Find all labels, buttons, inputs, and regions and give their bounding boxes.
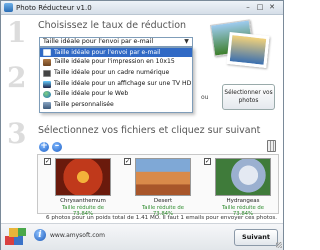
file-tile[interactable]: ✓ Hydrangeas Taille réduite de 73.84%: [204, 158, 284, 217]
printer-icon: [43, 59, 51, 66]
website-link[interactable]: www.amysoft.com: [50, 232, 105, 239]
file-checkbox[interactable]: ✓: [44, 158, 51, 165]
file-checkbox[interactable]: ✓: [124, 158, 131, 165]
step-number-2: 2: [7, 61, 27, 94]
custom-icon: [43, 102, 51, 110]
file-list[interactable]: ✓ Chrysanthemum Taille réduite de 73.84%…: [37, 154, 279, 217]
file-name: Desert: [153, 198, 173, 204]
option-custom[interactable]: Taille personnalisée: [40, 100, 192, 111]
maximize-button[interactable]: □: [255, 3, 265, 12]
close-button[interactable]: ✕: [267, 3, 277, 12]
title-bar[interactable]: Photo Réducteur v1.0 – □ ✕: [1, 1, 283, 15]
minimize-button[interactable]: –: [243, 3, 253, 12]
select-photos-button[interactable]: Sélectionner vos photos: [222, 84, 275, 110]
option-digital-frame[interactable]: Taille idéale pour un cadre numérique: [40, 68, 192, 79]
app-window: Photo Réducteur v1.0 – □ ✕ 1 2 3 Choisis…: [0, 0, 284, 250]
photos-illustration: [209, 16, 272, 76]
status-text: 6 photos pour un poids total de 1.41 MO.…: [46, 215, 278, 221]
step-number-3: 3: [7, 117, 27, 150]
option-web[interactable]: Taille idéale pour le Web: [40, 89, 192, 100]
file-name: Chrysanthemum: [60, 198, 106, 204]
frame-icon: [43, 69, 51, 77]
reduction-rate-select[interactable]: Taille idéale pour l'envoi par e-mail ▼: [39, 37, 193, 47]
file-thumbnail: [135, 158, 191, 196]
app-icon: [4, 3, 13, 12]
trash-icon[interactable]: [267, 140, 276, 152]
remove-files-button[interactable]: –: [52, 142, 62, 152]
file-thumbnail: [55, 158, 111, 196]
step-number-1: 1: [7, 16, 27, 49]
window-title: Photo Réducteur v1.0: [16, 4, 92, 12]
section3-heading: Sélectionnez vos fichiers et cliquez sur…: [38, 125, 261, 136]
file-checkbox[interactable]: ✓: [204, 158, 211, 165]
section1-heading: Choisissez le taux de réduction: [38, 20, 187, 31]
photo-thumbnail: [226, 31, 270, 69]
option-hd-tv[interactable]: Taille idéale pour un affichage sur une …: [40, 79, 192, 90]
email-icon: [43, 49, 51, 56]
option-print-10x15[interactable]: Taille idéale pour l'impression en 10x15: [40, 57, 192, 68]
add-files-button[interactable]: +: [39, 142, 49, 152]
file-thumbnail: [215, 158, 271, 196]
file-name: Hydrangeas: [226, 198, 260, 204]
chevron-down-icon[interactable]: ▼: [182, 38, 191, 46]
tv-icon: [43, 80, 51, 88]
file-tile[interactable]: ✓ Chrysanthemum Taille réduite de 73.84%: [44, 158, 124, 217]
file-tile[interactable]: ✓ Desert Taille réduite de 73.84%: [124, 158, 204, 217]
option-email[interactable]: Taille idéale pour l'envoi par e-mail: [40, 48, 192, 57]
next-button[interactable]: Suivant: [234, 229, 278, 246]
reduction-rate-value: Taille idéale pour l'envoi par e-mail: [43, 38, 154, 45]
cubes-logo-icon: [5, 228, 26, 245]
or-label: ou: [201, 94, 209, 101]
reduction-rate-options: Taille idéale pour l'envoi par e-mail Ta…: [39, 47, 193, 113]
resize-grip[interactable]: [276, 242, 282, 248]
info-icon[interactable]: i: [34, 229, 46, 241]
globe-icon: [43, 91, 51, 99]
